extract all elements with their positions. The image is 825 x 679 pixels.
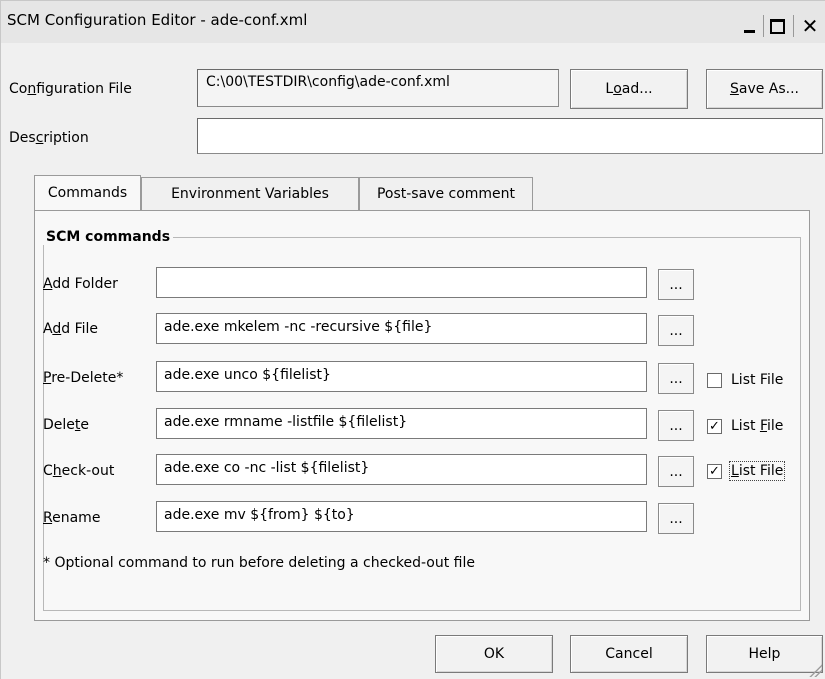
add-file-input[interactable]: ade.exe mkelem -nc -recursive ${file}	[156, 313, 647, 344]
checkmark-icon: ✓	[709, 464, 720, 479]
optional-command-footnote: * Optional command to run before deletin…	[43, 555, 476, 571]
check-out-browse-button[interactable]: ...	[658, 456, 694, 487]
pre-delete-list-file-checkbox[interactable]	[707, 373, 722, 388]
title-bar[interactable]: SCM Configuration Editor - ade-conf.xml …	[1, 1, 825, 43]
check-out-label: Check-out	[43, 463, 115, 479]
add-file-browse-button[interactable]: ...	[658, 315, 694, 346]
save-as-button[interactable]: Save As...	[706, 69, 823, 109]
scm-config-editor-window: SCM Configuration Editor - ade-conf.xml …	[0, 0, 825, 679]
check-out-list-file-checkbox[interactable]: ✓	[707, 464, 722, 479]
window-title: SCM Configuration Editor - ade-conf.xml	[7, 11, 308, 29]
config-file-label: Configuration File	[9, 81, 132, 97]
description-field[interactable]	[197, 118, 823, 154]
pre-delete-list-file-label[interactable]: List File	[731, 372, 783, 388]
add-folder-browse-button[interactable]: ...	[658, 269, 694, 300]
ok-button[interactable]: OK	[435, 635, 553, 673]
delete-list-file-label[interactable]: List File	[731, 418, 783, 434]
load-button[interactable]: Lo ad...	[570, 69, 688, 109]
delete-input[interactable]: ade.exe rmname -listfile ${filelist}	[156, 408, 647, 439]
add-file-label: Add File	[43, 321, 98, 337]
close-icon: ✕	[801, 14, 819, 38]
title-button-separator	[763, 15, 764, 37]
check-out-input[interactable]: ade.exe co -nc -list ${filelist}	[156, 454, 647, 485]
tab-post-save-comment[interactable]: Post-save comment	[359, 177, 533, 210]
add-folder-label: Add Folder	[43, 276, 118, 292]
rename-label: Rename	[43, 510, 101, 526]
scm-commands-group-title: SCM commands	[43, 229, 174, 245]
delete-browse-button[interactable]: ...	[658, 410, 694, 441]
pre-delete-browse-button[interactable]: ...	[658, 363, 694, 394]
minimize-icon	[743, 29, 755, 33]
pre-delete-label: Pre-Delete*	[43, 370, 124, 386]
tab-commands[interactable]: Commands	[34, 175, 141, 210]
tab-environment-variables[interactable]: Environment Variables	[141, 177, 359, 210]
rename-browse-button[interactable]: ...	[658, 503, 694, 534]
close-button[interactable]: ✕	[797, 14, 823, 38]
cancel-button[interactable]: Cancel	[570, 635, 688, 673]
resize-grip-icon[interactable]	[806, 661, 822, 677]
config-file-field[interactable]: C:\00\TESTDIR\config\ade-conf.xml	[197, 69, 559, 107]
delete-label: Delete	[43, 417, 90, 433]
add-folder-input[interactable]	[156, 267, 647, 298]
maximize-button[interactable]	[765, 15, 789, 37]
checkmark-icon: ✓	[709, 419, 720, 434]
description-label: Description	[9, 130, 89, 146]
minimize-button[interactable]	[737, 15, 761, 37]
pre-delete-input[interactable]: ade.exe unco ${filelist}	[156, 361, 647, 392]
maximize-icon	[769, 18, 785, 34]
check-out-list-file-label[interactable]: List File	[728, 461, 786, 481]
title-button-separator	[793, 15, 794, 37]
rename-input[interactable]: ade.exe mv ${from} ${to}	[156, 501, 647, 532]
delete-list-file-checkbox[interactable]: ✓	[707, 419, 722, 434]
